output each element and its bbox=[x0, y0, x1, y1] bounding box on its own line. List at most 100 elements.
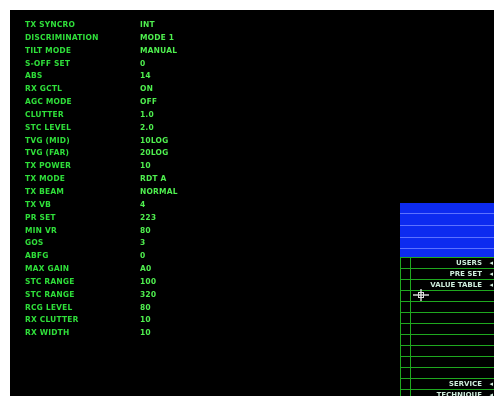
parameter-row: TILT MODE MANUAL bbox=[25, 45, 225, 58]
parameter-value: 3 bbox=[140, 238, 146, 248]
parameter-value: 0 bbox=[140, 58, 146, 68]
menu-item-pre-set[interactable]: PRE SET ◂ bbox=[410, 269, 494, 280]
parameter-label: ABFG bbox=[25, 251, 49, 261]
parameter-value: 10 bbox=[140, 328, 151, 338]
parameter-label: PR SET bbox=[25, 212, 56, 222]
parameter-row: TX VB 4 bbox=[25, 199, 225, 212]
parameter-row: RX CLUTTER 10 bbox=[25, 314, 225, 327]
header-divider bbox=[400, 213, 494, 214]
parameter-label: RX GCTL bbox=[25, 84, 63, 94]
parameter-label: GOS bbox=[25, 238, 44, 248]
parameter-row: DISCRIMINATION MODE 1 bbox=[25, 32, 225, 45]
parameter-value: INT bbox=[140, 20, 155, 29]
parameter-value: 10 bbox=[140, 315, 151, 325]
parameter-row: STC LEVEL 2.0 bbox=[25, 122, 225, 135]
parameter-label: RCG LEVEL bbox=[25, 302, 73, 312]
menu-item-label: PRE SET bbox=[449, 270, 482, 278]
header-divider bbox=[400, 237, 494, 238]
parameter-label: STC LEVEL bbox=[25, 122, 72, 132]
arrow-left-icon: ◂ bbox=[489, 391, 493, 396]
parameter-label: AGC MODE bbox=[25, 97, 72, 107]
parameter-label: MIN VR bbox=[25, 225, 57, 235]
menu-row-divider bbox=[400, 367, 494, 368]
parameter-label: TX SYNCRO bbox=[25, 20, 76, 29]
crosshair-cursor-icon bbox=[413, 289, 429, 301]
parameter-value: ON bbox=[140, 84, 154, 94]
parameter-row: RX GCTL ON bbox=[25, 83, 225, 96]
parameter-label: TX MODE bbox=[25, 174, 66, 184]
header-divider bbox=[400, 225, 494, 226]
parameter-row: TX POWER 10 bbox=[25, 160, 225, 173]
parameter-list: TX SYNCRO INT DISCRIMINATION MODE 1 TILT MOD… bbox=[25, 19, 225, 340]
parameter-label: TX VB bbox=[25, 199, 52, 209]
parameter-value: 320 bbox=[140, 289, 157, 299]
parameter-row: TVG (FAR) 20LOG bbox=[25, 147, 225, 160]
menu-row-divider bbox=[400, 356, 494, 357]
parameter-label: TVG (MID) bbox=[25, 135, 70, 145]
parameter-label: CLUTTER bbox=[25, 109, 64, 119]
parameter-value: A0 bbox=[140, 264, 152, 274]
parameter-value: 4 bbox=[140, 199, 146, 209]
menu-row-divider bbox=[400, 334, 494, 335]
arrow-left-icon: ◂ bbox=[489, 270, 493, 278]
menu-item-technique[interactable]: TECHNIQUE ◂ bbox=[410, 390, 494, 396]
parameter-row: RCG LEVEL 80 bbox=[25, 302, 225, 315]
parameter-label: DISCRIMINATION bbox=[25, 32, 99, 42]
parameter-row: TX BEAM NORMAL bbox=[25, 186, 225, 199]
parameter-value: 100 bbox=[140, 276, 157, 286]
parameter-value: 0 bbox=[140, 251, 146, 261]
header-divider bbox=[400, 248, 494, 249]
panel-border-left bbox=[400, 257, 401, 396]
parameter-row: S-OFF SET 0 bbox=[25, 58, 225, 71]
parameter-row: ABS 14 bbox=[25, 70, 225, 83]
parameter-row: GOS 3 bbox=[25, 237, 225, 250]
parameter-value: RDT A bbox=[140, 174, 167, 184]
parameter-value: 10LOG bbox=[140, 135, 169, 145]
menu-item-label: TECHNIQUE bbox=[436, 391, 482, 396]
parameter-row: PR SET 223 bbox=[25, 212, 225, 225]
parameter-row: AGC MODE OFF bbox=[25, 96, 225, 109]
parameter-row: MAX GAIN A0 bbox=[25, 263, 225, 276]
parameter-value: MODE 1 bbox=[140, 32, 175, 42]
parameter-value: 20LOG bbox=[140, 148, 169, 158]
parameter-value: 2.0 bbox=[140, 122, 154, 132]
menu-row-divider bbox=[400, 312, 494, 313]
parameter-label: RX CLUTTER bbox=[25, 315, 79, 325]
parameter-value: 223 bbox=[140, 212, 157, 222]
sonar-settings-screen: TX SYNCRO INT DISCRIMINATION MODE 1 TILT MOD… bbox=[10, 10, 494, 396]
parameter-value: 14 bbox=[140, 71, 151, 81]
parameter-value: NORMAL bbox=[140, 186, 178, 196]
menu-item-users[interactable]: USERS ◂ bbox=[410, 258, 494, 269]
parameter-label: S-OFF SET bbox=[25, 58, 71, 68]
parameter-label: TILT MODE bbox=[25, 45, 72, 55]
parameter-row: ABFG 0 bbox=[25, 250, 225, 263]
parameter-row: CLUTTER 1.0 bbox=[25, 109, 225, 122]
parameter-label: TX POWER bbox=[25, 161, 72, 171]
parameter-row: TVG (MID) 10LOG bbox=[25, 135, 225, 148]
arrow-left-icon: ◂ bbox=[489, 380, 493, 388]
parameter-value: 80 bbox=[140, 302, 151, 312]
menu-row-divider bbox=[400, 345, 494, 346]
parameter-row: RX WIDTH 10 bbox=[25, 327, 225, 340]
parameter-value: 1.0 bbox=[140, 109, 154, 119]
menu-item-label: VALUE TABLE bbox=[430, 281, 482, 289]
parameter-value: 80 bbox=[140, 225, 151, 235]
parameter-row: STC RANGE 320 bbox=[25, 289, 225, 302]
parameter-label: ABS bbox=[25, 71, 43, 81]
menu-row-divider bbox=[400, 323, 494, 324]
parameter-label: STC RANGE bbox=[25, 276, 75, 286]
menu-item-label: SERVICE bbox=[448, 380, 482, 388]
parameter-row: STC RANGE 100 bbox=[25, 276, 225, 289]
menu-item-label: USERS bbox=[456, 259, 482, 267]
parameter-label: MAX GAIN bbox=[25, 264, 70, 274]
parameter-label: RX WIDTH bbox=[25, 328, 70, 338]
arrow-left-icon: ◂ bbox=[489, 281, 493, 289]
parameter-value: 10 bbox=[140, 161, 151, 171]
parameter-label: TX BEAM bbox=[25, 186, 65, 196]
parameter-row: TX SYNCRO INT bbox=[25, 19, 225, 32]
parameter-value: OFF bbox=[140, 97, 158, 107]
parameter-label: STC RANGE bbox=[25, 289, 75, 299]
parameter-row: TX MODE RDT A bbox=[25, 173, 225, 186]
menu-item-service[interactable]: SERVICE ◂ bbox=[410, 379, 494, 390]
parameter-label: TVG (FAR) bbox=[25, 148, 70, 158]
